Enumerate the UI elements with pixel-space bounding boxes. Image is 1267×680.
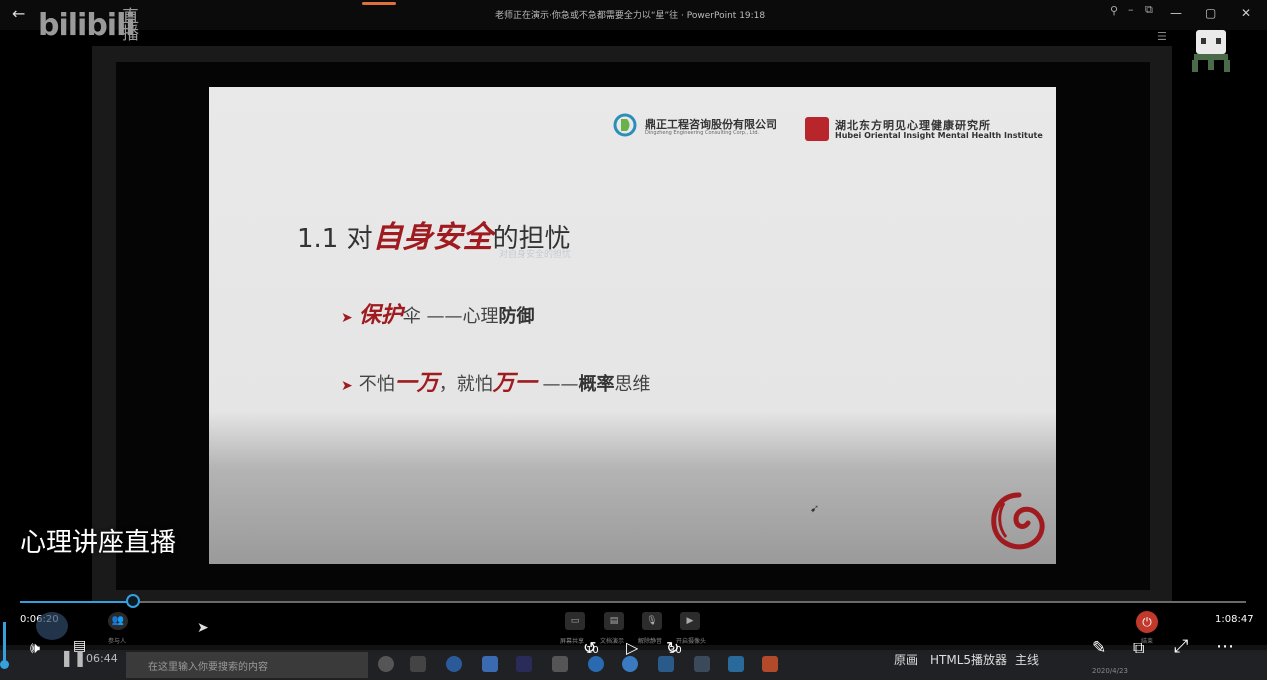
share-screen-button[interactable]: ▭	[565, 612, 585, 630]
browser-icon[interactable]	[622, 656, 638, 672]
bullet-text: ，就怕	[438, 374, 493, 395]
picture-in-picture-icon[interactable]: ⧉	[1133, 638, 1144, 658]
player-type-button[interactable]: HTML5播放器	[930, 651, 1007, 668]
mail-icon[interactable]	[482, 656, 498, 672]
volume-knob[interactable]	[0, 660, 9, 669]
bullet-highlight: 一万	[394, 370, 439, 396]
share-doc-button[interactable]: ▤	[604, 612, 624, 630]
line-button[interactable]: 主线	[1015, 651, 1039, 668]
unmute-button[interactable]: 🎙	[642, 612, 662, 630]
play-icon[interactable]: ▷	[626, 638, 638, 657]
bullet-arrow-icon: ➤	[341, 310, 353, 326]
quality-button[interactable]: 原画	[894, 651, 918, 668]
camera-button[interactable]: ▶	[680, 612, 700, 630]
drag-handle[interactable]	[362, 2, 396, 5]
cortana-icon[interactable]	[378, 656, 394, 672]
app-icon[interactable]	[552, 656, 568, 672]
progress-handle[interactable]	[125, 594, 140, 608]
participants-label: 参与人	[108, 638, 127, 645]
bullet-item: ➤ 不怕一万，就怕万一 ——概率思维	[341, 365, 651, 397]
total-time: 1:08:47	[1215, 614, 1254, 625]
back-button[interactable]: ←	[12, 4, 25, 23]
elapsed-time: 06:44	[86, 652, 118, 665]
fullscreen-icon[interactable]: ⤢	[1174, 636, 1188, 657]
pen-icon[interactable]: ✎	[1092, 638, 1106, 658]
inner-minimize-button[interactable]: –	[1128, 3, 1134, 16]
bullet-highlight: 保护	[358, 302, 403, 328]
bullet-item: ➤ 保护伞 ——心理防御	[341, 297, 534, 329]
taskbar-date: 2020/4/23	[1092, 667, 1128, 675]
slide-title-highlight: 自身安全	[372, 220, 493, 255]
bullet-text: 思维	[614, 374, 651, 395]
progress-track[interactable]	[20, 601, 1246, 603]
unmute-label: 解除静音	[638, 638, 663, 645]
bullet-arrow-icon: ➤	[341, 378, 353, 394]
inner-restore-button[interactable]: ⧉	[1145, 3, 1153, 17]
webcam-thumbnail	[36, 612, 68, 640]
clock-app-icon[interactable]	[446, 656, 462, 672]
app-icon[interactable]	[694, 656, 710, 672]
volume-icon[interactable]: 🕪	[30, 638, 40, 658]
edge-icon[interactable]	[588, 656, 604, 672]
logo2-english: Hubei Oriental Insight Mental Health Ins…	[835, 131, 1043, 140]
stream-title: 心理讲座直播	[20, 528, 177, 558]
restore-button[interactable]: ▢	[1205, 6, 1216, 20]
app-icon[interactable]	[728, 656, 744, 672]
bullet-highlight: 万一	[492, 370, 537, 396]
bullet-bold: 防御	[498, 306, 535, 327]
photoshop-icon[interactable]	[516, 656, 532, 672]
bullet-text: 不怕	[358, 374, 395, 395]
bullet-bold: 概率	[578, 374, 615, 395]
pause-icon[interactable]: ❚❚	[60, 648, 87, 667]
forward-seconds: 30	[669, 645, 682, 656]
pointer-icon: ➹	[810, 502, 820, 515]
progress-fill	[20, 601, 133, 603]
app-icon[interactable]	[658, 656, 674, 672]
swirl-logo-icon	[991, 492, 1045, 550]
rewind-seconds: 10	[586, 645, 599, 656]
task-view-icon[interactable]	[410, 656, 426, 672]
close-button[interactable]: ✕	[1241, 6, 1251, 20]
pin-icon[interactable]: ⚲	[1110, 4, 1118, 17]
bullet-text: ——	[536, 374, 579, 395]
bilibili-logo: bilibili	[38, 8, 136, 43]
share-screen-label: 屏幕共享	[560, 638, 585, 645]
mouse-cursor-icon: ➤	[197, 620, 209, 636]
menu-icon[interactable]: ☰	[1157, 30, 1167, 43]
dingzheng-logo-icon	[613, 113, 637, 137]
end-meeting-button[interactable]: ⏻	[1136, 611, 1158, 633]
minimize-button[interactable]: —	[1170, 6, 1182, 20]
presentation-slide: 鼎正工程咨询股份有限公司 Dingzheng Engineering Consu…	[209, 87, 1056, 564]
logo1-english: Dingzheng Engineering Consulting Corp., …	[645, 130, 760, 136]
mascot-icon	[1192, 30, 1230, 72]
institute-logo-icon	[805, 117, 829, 141]
share-banner: 老师正在演示·你急或不急都需要全力以“星”往 · PowerPoint 19:1…	[495, 11, 766, 21]
participants-icon[interactable]: 👥	[108, 612, 128, 630]
more-icon[interactable]: ⋯	[1216, 636, 1234, 657]
slide-title-prefix: 1.1 对	[297, 224, 373, 254]
camera-label: 开启摄像头	[676, 638, 707, 645]
taskbar-search-placeholder: 在这里输入你要搜索的内容	[148, 662, 268, 673]
powerpoint-icon[interactable]	[762, 656, 778, 672]
bullet-text: 伞 ——心理	[402, 306, 499, 327]
share-doc-label: 文档演示	[600, 638, 625, 645]
ghost-subtitle: 对自身安全的担忧	[499, 250, 572, 260]
live-logo-suffix: 直播	[122, 7, 139, 44]
